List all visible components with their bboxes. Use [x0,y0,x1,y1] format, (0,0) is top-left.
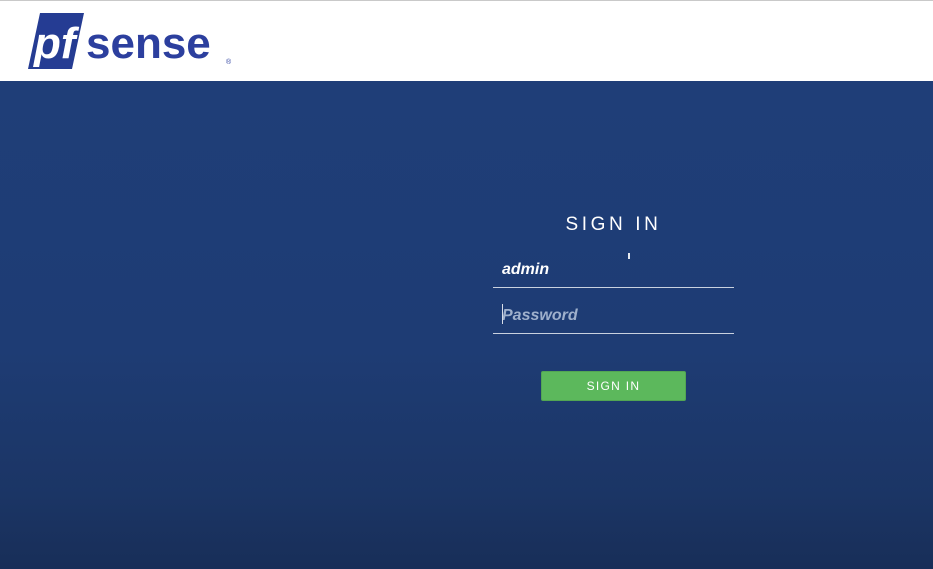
pfsense-logo[interactable]: pf sense ® [26,12,236,72]
password-field [493,300,734,334]
top-header: pf sense ® [0,0,933,81]
logo-registered-mark: ® [226,58,232,66]
text-caret [502,304,503,324]
sign-in-heading: SIGN IN [565,214,662,235]
username-field [493,254,734,288]
password-input[interactable] [502,302,727,330]
login-background [0,81,933,569]
logo-pf-text: pf [33,19,80,68]
sign-in-button[interactable]: SIGN IN [541,371,686,401]
logo-sense-text: sense [86,19,211,68]
username-input[interactable] [502,256,727,284]
